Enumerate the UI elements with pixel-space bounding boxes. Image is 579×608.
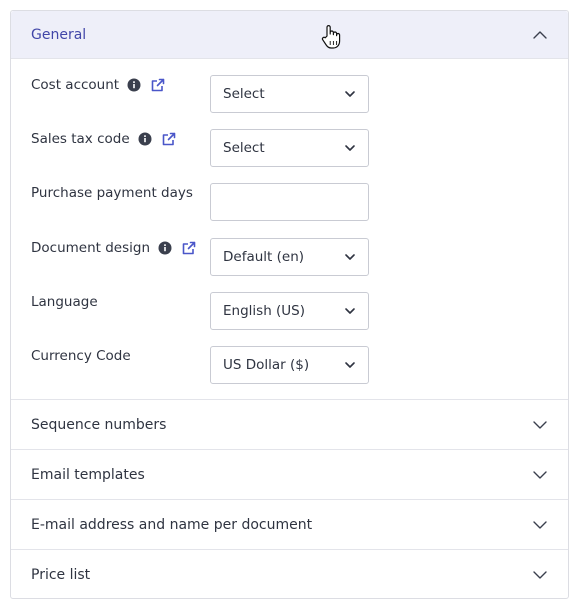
cost-account-label: Cost account (31, 77, 120, 93)
info-icon[interactable] (127, 78, 141, 92)
chevron-down-icon (533, 420, 547, 429)
info-icon[interactable] (138, 132, 152, 146)
chevron-down-icon (533, 520, 547, 529)
language-label: Language (31, 294, 98, 310)
field-row-cost-account: Cost account Select (31, 75, 551, 113)
field-row-document-design: Document design Default (en) (31, 238, 551, 276)
section-sequence-numbers-header[interactable]: Sequence numbers (11, 400, 568, 450)
chevron-down-icon (533, 470, 547, 479)
info-icon[interactable] (158, 241, 172, 255)
external-link-icon[interactable] (161, 131, 177, 147)
chevron-down-icon (345, 91, 355, 97)
document-design-label: Document design (31, 240, 151, 256)
chevron-down-icon (533, 571, 547, 579)
currency-code-value: US Dollar ($) (223, 357, 310, 373)
section-general-body: Cost account Select Sales tax code Selec… (11, 59, 568, 400)
section-price-list-header[interactable]: Price list (11, 550, 568, 600)
chevron-down-icon (345, 362, 355, 368)
section-email-per-document-header[interactable]: E-mail address and name per document (11, 500, 568, 550)
language-select[interactable]: English (US) (210, 292, 369, 330)
section-general-title: General (31, 26, 87, 43)
chevron-down-icon (345, 145, 355, 151)
document-design-value: Default (en) (223, 249, 305, 265)
field-row-language: Language English (US) (31, 292, 551, 330)
sales-tax-code-select[interactable]: Select (210, 129, 369, 167)
section-email-templates-title: Email templates (31, 466, 145, 483)
document-design-select[interactable]: Default (en) (210, 238, 369, 276)
external-link-icon[interactable] (150, 77, 166, 93)
chevron-down-icon (345, 254, 355, 260)
section-price-list-title: Price list (31, 567, 91, 583)
chevron-down-icon (345, 308, 355, 314)
field-row-sales-tax-code: Sales tax code Select (31, 129, 551, 167)
external-link-icon[interactable] (181, 240, 197, 256)
field-row-purchase-payment-days: Purchase payment days (31, 183, 551, 221)
cost-account-value: Select (223, 86, 265, 102)
purchase-payment-days-label: Purchase payment days (31, 185, 193, 201)
settings-panel: General Cost account Select Sales tax co… (10, 10, 569, 599)
sales-tax-code-value: Select (223, 140, 265, 156)
language-value: English (US) (223, 303, 306, 319)
chevron-up-icon (533, 30, 547, 39)
section-email-per-document-title: E-mail address and name per document (31, 516, 313, 533)
cost-account-select[interactable]: Select (210, 75, 369, 113)
currency-code-select[interactable]: US Dollar ($) (210, 346, 369, 384)
currency-code-label: Currency Code (31, 348, 131, 364)
sales-tax-code-label: Sales tax code (31, 131, 130, 147)
section-email-templates-header[interactable]: Email templates (11, 450, 568, 500)
section-general-header[interactable]: General (11, 11, 568, 59)
section-sequence-numbers-title: Sequence numbers (31, 416, 167, 433)
purchase-payment-days-input[interactable] (210, 183, 369, 221)
hand-pointer-icon (321, 25, 341, 49)
field-row-currency-code: Currency Code US Dollar ($) (31, 346, 551, 384)
